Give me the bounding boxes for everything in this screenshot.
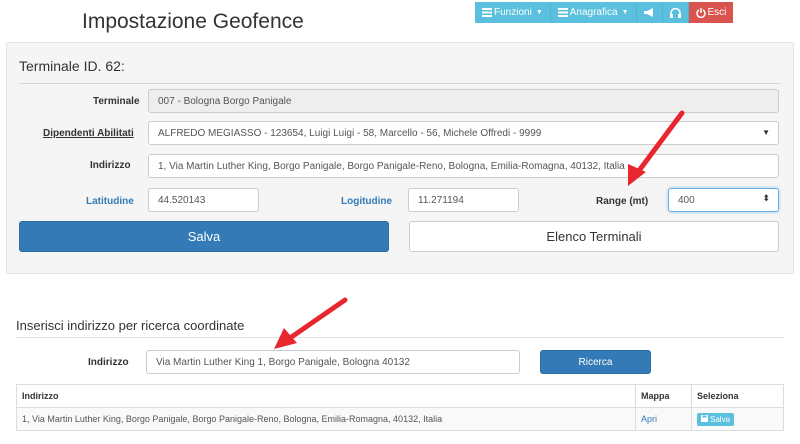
select-save-button[interactable]: Salva [697,412,735,426]
logitudine-label: Logitudine [341,196,393,207]
caret-down-icon: ▼ [535,9,543,16]
red-arrow-annotation [274,297,348,349]
range-value: 400 [678,194,695,206]
save-icon [701,414,708,424]
terminale-field: 007 - Bologna Borgo Panigale [148,89,779,113]
top-navbar: Funzioni ▼ Anagrafica ▼ Esci [475,2,734,23]
search-indirizzo-label: Indirizzo [88,357,129,368]
nav-funzioni-menu[interactable]: Funzioni ▼ [475,2,551,23]
terminal-panel-title: Terminale ID. 62: [19,58,125,74]
caret-down-icon: ▼ [621,9,629,16]
nav-anagrafica-label: Anagrafica [569,7,618,18]
nav-announcements-button[interactable] [636,2,663,23]
headset-icon [669,7,681,18]
caret-down-icon: ▼ [762,128,770,137]
range-stepper[interactable]: 400 ⬍ [668,188,779,212]
indirizzo-field[interactable]: 1, Via Martin Luther King, Borgo Panigal… [148,154,779,178]
page-title: Impostazione Geofence [82,10,304,33]
divider [19,83,781,84]
latitudine-field[interactable]: 44.520143 [148,188,259,212]
search-button[interactable]: Ricerca [540,350,651,374]
results-table: Indirizzo Mappa Seleziona 1, Via Martin … [16,384,784,431]
nav-anagrafica-menu[interactable]: Anagrafica ▼ [550,2,637,23]
power-icon [695,7,706,18]
terminale-label: Terminale [93,96,140,107]
save-button[interactable]: Salva [19,221,389,252]
nav-support-button[interactable] [662,2,689,23]
logitudine-field[interactable]: 11.271194 [408,188,519,212]
open-map-link[interactable]: Apri [635,407,692,431]
nav-esci-button[interactable]: Esci [688,2,734,23]
list-icon [482,8,492,17]
terminal-list-button[interactable]: Elenco Terminali [409,221,779,252]
range-label: Range (mt) [596,196,649,207]
divider [16,337,784,338]
search-section-title: Inserisci indirizzo per ricerca coordina… [16,318,245,333]
column-header-mappa: Mappa [635,384,692,408]
search-address-input[interactable]: Via Martin Luther King 1, Borgo Panigale… [146,350,520,374]
spinner-icon: ⬍ [762,193,770,203]
table-row: 1, Via Martin Luther King, Borgo Panigal… [16,407,784,431]
list-icon [557,8,568,17]
nav-funzioni-label: Funzioni [494,7,532,18]
dipendenti-select-value: ALFREDO MEGIASSO - 123654, Luigi Luigi -… [158,127,542,139]
result-address-cell: 1, Via Martin Luther King, Borgo Panigal… [16,407,636,431]
dipendenti-select[interactable]: ALFREDO MEGIASSO - 123654, Luigi Luigi -… [148,121,779,145]
indirizzo-label: Indirizzo [90,160,131,171]
nav-esci-label: Esci [707,7,727,18]
select-save-label: Salva [710,414,731,424]
dipendenti-label: Dipendenti Abilitati [43,128,134,139]
megaphone-icon [643,8,655,17]
column-header-indirizzo: Indirizzo [16,384,636,408]
column-header-seleziona: Seleziona [691,384,784,408]
table-header-row: Indirizzo Mappa Seleziona [16,384,784,408]
latitudine-label: Latitudine [86,196,134,207]
result-select-cell: Salva [691,407,784,431]
